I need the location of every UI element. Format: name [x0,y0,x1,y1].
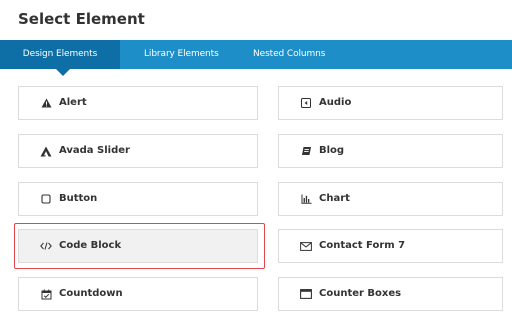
active-tab-pointer [56,69,70,76]
element-button[interactable]: Button [18,182,258,216]
element-label: Counter Boxes [319,288,402,299]
element-countdown[interactable]: Countdown [18,277,258,311]
element-chart[interactable]: Chart [278,182,503,216]
tab-nested-columns[interactable]: Nested Columns [253,40,325,69]
element-contact-form-7[interactable]: Contact Form 7 [278,229,503,263]
element-avada-slider[interactable]: Avada Slider [18,134,258,168]
avada-logo-icon [39,135,53,167]
bar-chart-icon [299,183,313,215]
window-icon [299,278,313,310]
calendar-check-icon [39,278,53,310]
element-label: Chart [319,193,350,204]
element-label: Contact Form 7 [319,240,406,251]
blog-icon [299,135,313,167]
alert-triangle-icon [39,87,53,119]
tab-design-elements[interactable]: Design Elements [0,40,120,69]
element-label: Countdown [59,288,123,299]
dialog-title: Select Element [18,10,145,28]
element-label: Avada Slider [59,145,130,156]
envelope-icon [299,230,313,262]
element-alert[interactable]: Alert [18,86,258,120]
element-blog[interactable]: Blog [278,134,503,168]
button-square-icon [39,183,53,215]
element-audio[interactable]: Audio [278,86,503,120]
audio-player-icon [299,87,313,119]
element-tabs: Design Elements Library Elements Nested … [0,40,512,69]
element-label: Button [59,193,98,204]
selection-highlight [14,223,265,269]
element-label: Alert [59,97,87,108]
element-counter-boxes[interactable]: Counter Boxes [278,277,503,311]
element-label: Audio [319,97,352,108]
element-label: Blog [319,145,345,156]
tab-library-elements[interactable]: Library Elements [144,40,219,69]
